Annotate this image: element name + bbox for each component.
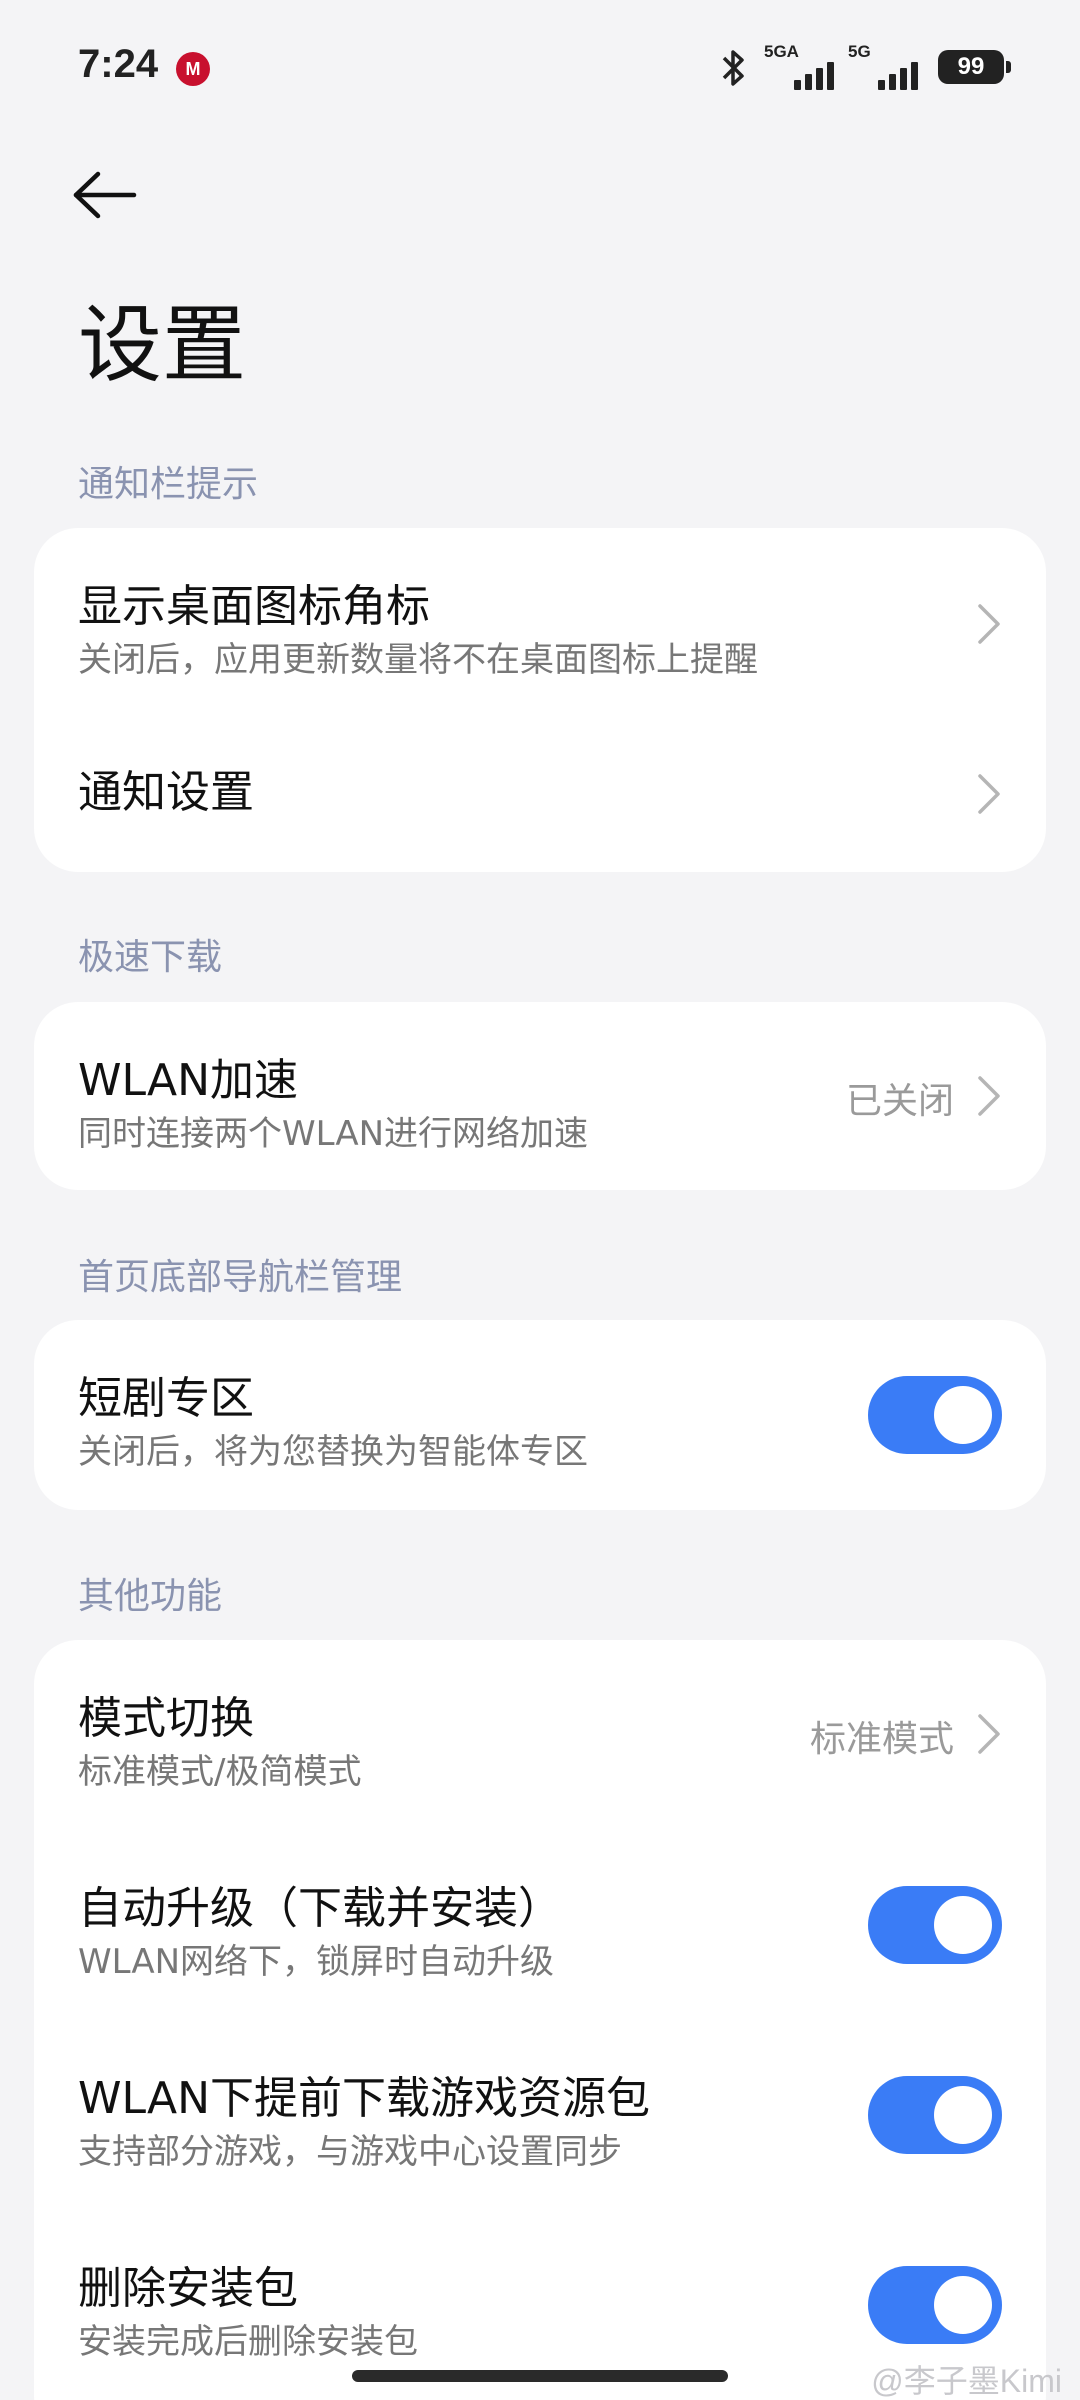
card-other: 模式切换 标准模式/极简模式 标准模式 自动升级（下载并安装） WLAN网络下，… [34, 1640, 1046, 2400]
auto-upgrade-toggle[interactable] [868, 1886, 1002, 1964]
network-label-5ga: 5GA [764, 42, 799, 61]
battery-icon: 99 [938, 50, 1011, 84]
card-speed: WLAN加速 同时连接两个WLAN进行网络加速 已关闭 [34, 1002, 1046, 1190]
row-value: 已关闭 [845, 1081, 954, 1122]
row-game-resource: WLAN下提前下载游戏资源包 支持部分游戏，与游戏中心设置同步 [34, 2020, 1046, 2210]
short-drama-toggle[interactable] [868, 1376, 1002, 1454]
row-subtitle: 关闭后，应用更新数量将不在桌面图标上提醒 [78, 640, 758, 680]
row-auto-upgrade: 自动升级（下载并安装） WLAN网络下，锁屏时自动升级 [34, 1830, 1046, 2020]
signal-bars-icon [878, 62, 918, 90]
row-subtitle: 标准模式/极简模式 [78, 1752, 362, 1792]
row-title: WLAN加速 [78, 1055, 299, 1106]
row-title: 显示桌面图标角标 [78, 581, 430, 632]
row-title: 模式切换 [78, 1693, 254, 1744]
row-mode-switch[interactable]: 模式切换 标准模式/极简模式 标准模式 [34, 1640, 1046, 1830]
row-title: 自动升级（下载并安装） [78, 1883, 562, 1934]
row-title: WLAN下提前下载游戏资源包 [78, 2073, 651, 2124]
signal-bars-icon [794, 62, 834, 90]
toggle-knob [934, 2086, 992, 2144]
toggle-knob [934, 1896, 992, 1954]
row-title: 通知设置 [78, 767, 254, 818]
row-short-drama: 短剧专区 关闭后，将为您替换为智能体专区 [34, 1320, 1046, 1510]
section-title-notification: 通知栏提示 [78, 464, 259, 505]
bluetooth-icon [722, 50, 744, 86]
row-title: 短剧专区 [78, 1373, 254, 1424]
row-subtitle: 同时连接两个WLAN进行网络加速 [78, 1114, 589, 1154]
row-subtitle: WLAN网络下，锁屏时自动升级 [78, 1942, 555, 1982]
cellular-5g-icon: 5G [848, 42, 918, 90]
card-navbar: 短剧专区 关闭后，将为您替换为智能体专区 [34, 1320, 1046, 1510]
back-button[interactable] [70, 160, 150, 230]
row-subtitle: 安装完成后删除安装包 [78, 2322, 418, 2362]
game-resource-toggle[interactable] [868, 2076, 1002, 2154]
row-notification-settings[interactable]: 通知设置 [34, 700, 1046, 872]
row-wlan-boost[interactable]: WLAN加速 同时连接两个WLAN进行网络加速 已关闭 [34, 1002, 1046, 1190]
delete-package-toggle[interactable] [868, 2266, 1002, 2344]
arrow-left-icon [73, 171, 137, 219]
row-title: 删除安装包 [78, 2263, 298, 2314]
section-title-navbar: 首页底部导航栏管理 [78, 1257, 403, 1298]
settings-page: 7:24 M 5GA 5G 99 设置 通知栏提示 显示桌面图标角标 关闭后，应… [0, 0, 1080, 2400]
chevron-right-icon [978, 1714, 1000, 1754]
watermark: @李子墨Kimi [871, 2363, 1062, 2399]
card-notification: 显示桌面图标角标 关闭后，应用更新数量将不在桌面图标上提醒 通知设置 [34, 528, 1046, 872]
cellular-5ga-icon: 5GA [764, 42, 834, 90]
toggle-knob [934, 2276, 992, 2334]
section-title-speed: 极速下载 [78, 937, 223, 978]
page-title: 设置 [78, 296, 247, 394]
toggle-knob [934, 1386, 992, 1444]
chevron-right-icon [978, 774, 1000, 814]
status-time: 7:24 [78, 42, 159, 86]
row-subtitle: 支持部分游戏，与游戏中心设置同步 [78, 2132, 622, 2172]
row-subtitle: 关闭后，将为您替换为智能体专区 [78, 1432, 588, 1472]
chevron-right-icon [978, 1076, 1000, 1116]
status-bar: 7:24 M 5GA 5G 99 [0, 0, 1080, 130]
row-value: 标准模式 [809, 1719, 954, 1760]
chevron-right-icon [978, 604, 1000, 644]
status-icons: 5GA 5G 99 [718, 40, 1011, 90]
bank-app-icon: M [176, 52, 210, 86]
section-title-other: 其他功能 [78, 1576, 223, 1617]
row-desktop-badge[interactable]: 显示桌面图标角标 关闭后，应用更新数量将不在桌面图标上提醒 [34, 528, 1046, 700]
network-label-5g: 5G [848, 42, 871, 61]
home-indicator[interactable] [352, 2370, 728, 2382]
